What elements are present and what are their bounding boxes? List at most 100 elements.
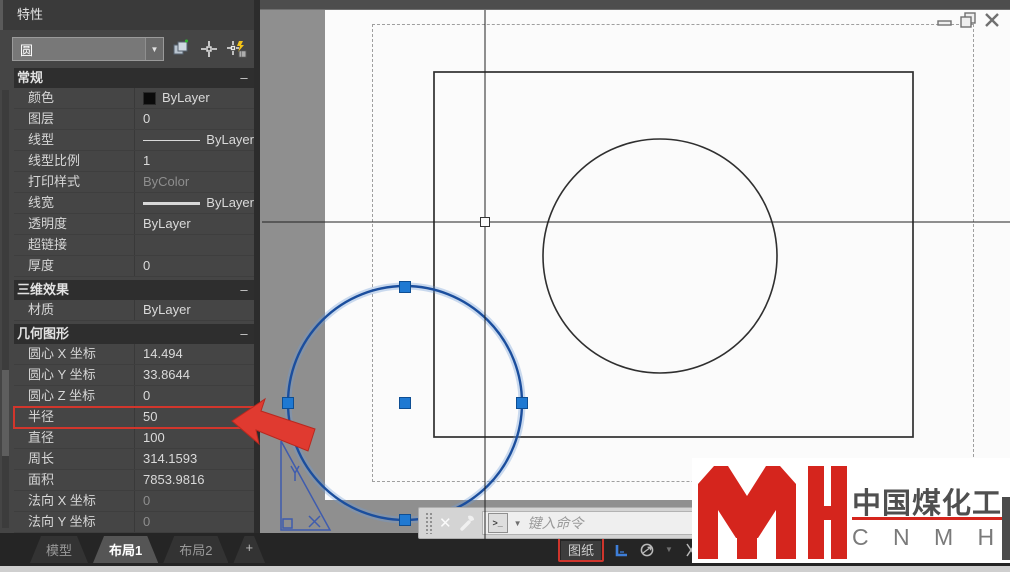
dropdown-caret-icon[interactable]: ▼ [665, 545, 673, 554]
chevron-down-icon[interactable]: ▼ [514, 519, 522, 528]
property-value[interactable]: ByLayer [134, 214, 254, 234]
edge-scrollbar[interactable] [1002, 497, 1010, 560]
property-row[interactable]: 直径100 [14, 428, 254, 449]
property-label: 直径 [14, 428, 134, 448]
property-value[interactable]: 14.494 [134, 344, 254, 364]
property-value[interactable]: 0 [134, 256, 254, 276]
chevron-down-icon[interactable]: ▼ [145, 38, 163, 60]
property-row[interactable]: 线宽ByLayer [14, 193, 254, 214]
property-row[interactable]: 半径50 [14, 407, 254, 428]
property-value[interactable]: ByLayer [134, 193, 254, 213]
property-row[interactable]: 圆心 Z 坐标0 [14, 386, 254, 407]
tab-layout1[interactable]: 布局1 [93, 536, 158, 563]
drag-handle[interactable] [425, 512, 432, 534]
property-value[interactable]: 0 [134, 512, 254, 532]
property-value[interactable]: ByLayer [134, 300, 254, 320]
section-header[interactable]: 三维效果– [14, 280, 254, 300]
property-value[interactable]: ByColor [134, 172, 254, 192]
property-label: 打印样式 [14, 172, 134, 192]
property-row[interactable]: 法向 Y 坐标0 [14, 512, 254, 533]
property-value[interactable]: 0 [134, 109, 254, 129]
property-label: 材质 [14, 300, 134, 320]
property-value[interactable] [134, 235, 254, 255]
command-prompt-icon[interactable]: >_ [488, 513, 508, 533]
logo-subtitle: C N M H G [852, 524, 1010, 551]
toggle-pickadd-icon[interactable] [170, 38, 192, 60]
property-label: 半径 [14, 407, 134, 427]
close-icon[interactable] [986, 14, 998, 26]
restore-icon[interactable] [961, 13, 975, 27]
property-value[interactable]: 0 [134, 491, 254, 511]
property-value[interactable]: 7853.9816 [134, 470, 254, 490]
property-value[interactable]: ByLayer [134, 88, 254, 108]
paper-button-highlight: 图纸 [558, 537, 604, 562]
tab-new-layout[interactable]: + [233, 536, 265, 563]
property-row[interactable]: 打印样式ByColor [14, 172, 254, 193]
property-label: 圆心 Y 坐标 [14, 365, 134, 385]
property-label: 厚度 [14, 256, 134, 276]
logo-underline [852, 517, 1002, 520]
property-row[interactable]: 颜色ByLayer [14, 88, 254, 109]
property-row[interactable]: 厚度0 [14, 256, 254, 277]
object-type-dropdown[interactable]: 圆 ▼ [12, 37, 164, 61]
tab-model[interactable]: 模型 [30, 536, 88, 563]
object-type-row: 圆 ▼ [0, 30, 254, 68]
viewport-window-controls [936, 8, 1006, 32]
property-value[interactable]: 1 [134, 151, 254, 171]
drawing-canvas[interactable] [260, 0, 1010, 533]
geometry-layer [260, 0, 1010, 533]
property-label: 透明度 [14, 214, 134, 234]
cnmhg-logo: 中国煤化工 C N M H G [692, 458, 1010, 563]
property-label: 线型 [14, 130, 134, 150]
close-icon[interactable]: ✕ [437, 516, 454, 531]
property-label: 法向 X 坐标 [14, 491, 134, 511]
property-value[interactable]: 33.8644 [134, 365, 254, 385]
palette-scrollbar[interactable] [2, 90, 9, 528]
property-label: 圆心 X 坐标 [14, 344, 134, 364]
property-label: 线宽 [14, 193, 134, 213]
property-row[interactable]: 圆心 X 坐标14.494 [14, 344, 254, 365]
quick-select-icon[interactable] [226, 38, 248, 60]
property-label: 法向 Y 坐标 [14, 512, 134, 532]
property-row[interactable]: 法向 X 坐标0 [14, 491, 254, 512]
section-header[interactable]: 几何图形– [14, 324, 254, 344]
ortho-icon[interactable] [613, 542, 629, 558]
customize-wrench-icon[interactable] [459, 514, 477, 532]
section-label: 三维效果 [14, 280, 234, 300]
collapse-icon[interactable]: – [234, 324, 254, 344]
property-label: 颜色 [14, 88, 134, 108]
section-header[interactable]: 常规– [14, 68, 254, 88]
scrollbar-thumb[interactable] [2, 370, 9, 456]
tab-layout2[interactable]: 布局2 [163, 536, 228, 563]
paper-space-button[interactable]: 图纸 [561, 541, 601, 560]
linetype-preview [143, 140, 200, 141]
property-row[interactable]: 周长314.1593 [14, 449, 254, 470]
properties-palette: 特性 圆 ▼ [0, 0, 260, 533]
property-row[interactable]: 面积7853.9816 [14, 470, 254, 491]
color-swatch [143, 92, 156, 105]
collapse-icon[interactable]: – [234, 68, 254, 88]
property-label: 面积 [14, 470, 134, 490]
bottom-strip [0, 566, 1010, 572]
object-type-value: 圆 [13, 40, 145, 59]
property-row[interactable]: 透明度ByLayer [14, 214, 254, 235]
property-row[interactable]: 图层0 [14, 109, 254, 130]
property-row[interactable]: 材质ByLayer [14, 300, 254, 321]
select-objects-icon[interactable] [198, 38, 220, 60]
logo-title: 中国煤化工 [852, 480, 1002, 522]
isodraft-icon[interactable] [638, 542, 656, 558]
circle-entity[interactable] [543, 139, 777, 373]
palette-title: 特性 [0, 0, 254, 30]
rectangle-entity[interactable] [434, 72, 913, 437]
property-value[interactable]: ByLayer [134, 130, 254, 150]
property-row[interactable]: 线型比例1 [14, 151, 254, 172]
property-label: 圆心 Z 坐标 [14, 386, 134, 406]
property-row[interactable]: 线型ByLayer [14, 130, 254, 151]
property-row[interactable]: 圆心 Y 坐标33.8644 [14, 365, 254, 386]
property-row[interactable]: 超链接 [14, 235, 254, 256]
collapse-icon[interactable]: – [234, 280, 254, 300]
layout-tabs: 模型布局1布局2+ [30, 536, 265, 563]
autocad-window: 特性 圆 ▼ [0, 0, 1010, 572]
red-arrow-annotation [225, 393, 325, 461]
minimize-icon[interactable] [938, 21, 951, 25]
